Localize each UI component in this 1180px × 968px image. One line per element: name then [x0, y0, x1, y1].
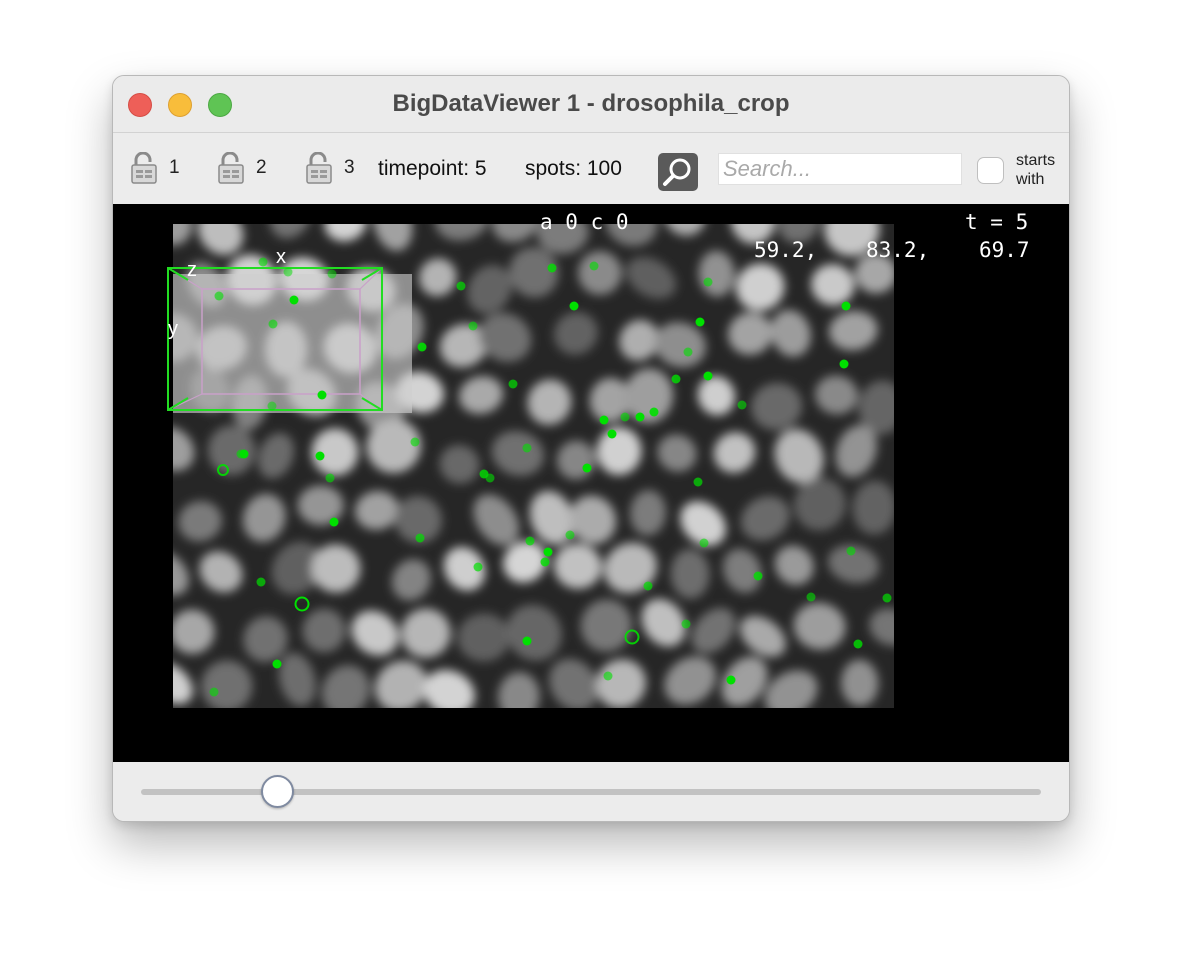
tracking-spot[interactable]	[607, 429, 617, 439]
tracking-spot[interactable]	[806, 592, 816, 602]
tracking-spot[interactable]	[410, 437, 420, 447]
tracking-spot[interactable]	[839, 359, 849, 369]
tracking-spot[interactable]	[468, 321, 478, 331]
title-bar[interactable]: BigDataViewer 1 - drosophila_crop	[113, 76, 1069, 133]
tracking-spot[interactable]	[325, 473, 335, 483]
tracking-spot[interactable]	[236, 449, 246, 459]
tracking-spot[interactable]	[547, 263, 557, 273]
tracking-spot[interactable]	[267, 401, 277, 411]
unlocked-padlock-icon	[131, 151, 157, 184]
starts-with-label-line1: starts	[1016, 152, 1056, 169]
tracking-spot[interactable]	[703, 371, 713, 381]
tracking-spot[interactable]	[569, 301, 579, 311]
tracking-spot[interactable]	[289, 295, 299, 305]
search-input[interactable]: Search...	[718, 153, 962, 185]
timepoint-label: timepoint: 5	[378, 157, 487, 180]
tracking-spot[interactable]	[329, 517, 339, 527]
tracking-spot[interactable]	[473, 562, 483, 572]
axis-label-y: y	[168, 318, 178, 340]
tracking-spot[interactable]	[268, 319, 278, 329]
tracking-spot[interactable]	[543, 547, 553, 557]
lock-group-2-button[interactable]	[217, 151, 245, 184]
timepoint-slider-area	[113, 762, 1069, 821]
tracking-spot[interactable]	[522, 636, 532, 646]
timepoint-overlay: t = 5	[965, 210, 1029, 234]
axis-label-z: z	[187, 259, 197, 281]
tracking-spot[interactable]	[540, 557, 550, 567]
tracking-spot[interactable]	[693, 477, 703, 487]
lock-group-2-label: 2	[256, 157, 267, 178]
tracking-spot[interactable]	[695, 317, 705, 327]
tracking-spot[interactable]	[599, 415, 609, 425]
tracking-spot[interactable]	[699, 538, 709, 548]
coordinate-x: 59.2,	[754, 238, 818, 262]
tracking-spot[interactable]	[256, 577, 266, 587]
tracking-spot[interactable]	[882, 593, 892, 603]
tracking-spot[interactable]	[841, 301, 851, 311]
tracking-spot[interactable]	[683, 347, 693, 357]
coordinate-z: 69.7	[979, 238, 1030, 262]
tracking-spot[interactable]	[258, 257, 268, 267]
unlocked-padlock-icon	[306, 151, 332, 184]
tracking-spot[interactable]	[635, 412, 645, 422]
tracking-spot[interactable]	[272, 659, 282, 669]
bigdataviewer-window: BigDataViewer 1 - drosophila_crop 1 2 3 …	[112, 75, 1070, 822]
lock-group-3-button[interactable]	[305, 151, 333, 184]
tracking-spot[interactable]	[703, 277, 713, 287]
search-button[interactable]	[658, 153, 698, 191]
tracking-spot[interactable]	[315, 451, 325, 461]
tracking-spot[interactable]	[214, 291, 224, 301]
coordinate-y: 83.2,	[866, 238, 930, 262]
tracking-spot[interactable]	[525, 536, 535, 546]
tracking-spot[interactable]	[753, 571, 763, 581]
tracking-spot[interactable]	[589, 261, 599, 271]
starts-with-label: starts with	[1016, 151, 1055, 189]
tracking-spot[interactable]	[620, 412, 630, 422]
lock-group-1-label: 1	[169, 157, 180, 178]
image-viewer-canvas[interactable]: x y z a 0 c 0 t = 5 59.2, 83.2, 69.7	[113, 204, 1069, 762]
tracking-spot[interactable]	[522, 443, 532, 453]
spots-count-label: spots: 100	[525, 157, 622, 180]
tracking-spot[interactable]	[846, 546, 856, 556]
tracking-spot[interactable]	[415, 533, 425, 543]
tracking-spot[interactable]	[565, 530, 575, 540]
tracking-spot[interactable]	[643, 581, 653, 591]
source-label: a 0 c 0	[540, 210, 629, 234]
toolbar: 1 2 3 timepoint: 5 spots: 100 Search... …	[113, 133, 1069, 204]
lock-group-1-button[interactable]	[130, 151, 158, 184]
tracking-spot[interactable]	[209, 687, 219, 697]
tracking-spot[interactable]	[681, 619, 691, 629]
microscopy-image	[167, 224, 894, 708]
tracking-spot[interactable]	[417, 342, 427, 352]
starts-with-checkbox[interactable]	[977, 157, 1004, 184]
overview-box-panel	[173, 274, 412, 413]
tracking-spot[interactable]	[508, 379, 518, 389]
tracking-spot[interactable]	[649, 407, 659, 417]
tracking-spot[interactable]	[582, 463, 592, 473]
tracking-spot[interactable]	[853, 639, 863, 649]
timepoint-slider-thumb[interactable]	[260, 775, 294, 808]
starts-with-label-line2: with	[1016, 171, 1045, 188]
tracking-spot[interactable]	[327, 269, 337, 279]
window-title: BigDataViewer 1 - drosophila_crop	[392, 90, 790, 117]
tracking-spot[interactable]	[671, 374, 681, 384]
magnifier-icon	[663, 158, 691, 186]
tracking-spot[interactable]	[726, 675, 736, 685]
unlocked-padlock-icon	[218, 151, 244, 184]
axis-label-x: x	[276, 246, 286, 268]
lock-group-3-label: 3	[344, 157, 355, 178]
tracking-spot[interactable]	[485, 473, 495, 483]
tracking-spot[interactable]	[603, 671, 613, 681]
tracking-spot[interactable]	[456, 281, 466, 291]
tracking-spot[interactable]	[317, 390, 327, 400]
tracking-spot[interactable]	[737, 400, 747, 410]
